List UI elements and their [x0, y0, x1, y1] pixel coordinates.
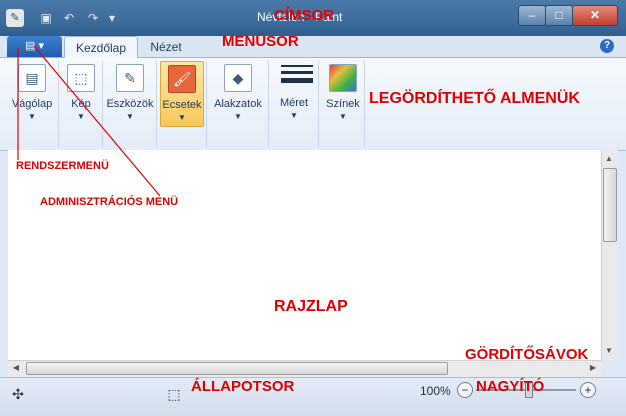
minimize-button[interactable]: –	[518, 5, 546, 26]
chevron-down-icon: ▼	[77, 112, 85, 121]
save-icon[interactable]: ▣	[38, 10, 54, 26]
drawing-canvas[interactable]	[10, 153, 599, 358]
scroll-right-icon[interactable]: ▶	[586, 361, 600, 375]
horizontal-scroll-thumb[interactable]	[26, 362, 448, 375]
chevron-down-icon: ▼	[28, 112, 36, 121]
shapes-icon: ◆	[224, 64, 252, 92]
annotation-title-bar: CÍMSOR	[274, 7, 334, 24]
annotation-admin-menu: ADMINISZTRÁCIÓS MENÜ	[40, 196, 179, 208]
chevron-down-icon: ▼	[234, 112, 242, 121]
vertical-scroll-thumb[interactable]	[603, 168, 617, 242]
paint-app-icon[interactable]: ✎	[6, 9, 24, 27]
clipboard-label: Vágólap	[11, 98, 53, 110]
chevron-down-icon: ▼	[290, 111, 298, 120]
clipboard-button[interactable]: ▤ Vágólap ▼	[8, 61, 56, 125]
tools-label: Eszközök	[106, 98, 154, 110]
app-menu-button[interactable]: ▤ ▾	[7, 36, 62, 57]
size-label: Méret	[279, 97, 309, 109]
colors-icon	[329, 64, 357, 92]
annotation-zoom: NAGYÍTÓ	[476, 378, 545, 395]
brushes-label: Ecsetek	[162, 99, 202, 111]
quick-access-dropdown-icon[interactable]: ▾	[104, 10, 120, 26]
annotation-canvas: RAJZLAP	[274, 298, 348, 315]
redo-icon[interactable]: ↷	[85, 10, 101, 26]
colors-label: Színek	[326, 98, 360, 110]
shapes-label: Alakzatok	[214, 98, 262, 110]
maximize-button[interactable]: □	[545, 5, 573, 26]
size-icon	[281, 65, 313, 91]
move-cursor-icon: ✣	[12, 386, 24, 402]
tab-home[interactable]: Kezdőlap	[64, 36, 138, 59]
zoom-in-button[interactable]: +	[580, 382, 596, 398]
chevron-down-icon: ▼	[126, 112, 134, 121]
tools-icon: ✎	[116, 64, 144, 92]
tools-button[interactable]: ✎ Eszközök ▼	[106, 61, 154, 125]
image-button[interactable]: ⬚ Kép ▼	[62, 61, 100, 125]
image-label: Kép	[71, 98, 91, 110]
image-icon: ⬚	[67, 64, 95, 92]
zoom-level: 100%	[420, 384, 451, 398]
annotation-system-menu: RENDSZERMENÜ	[16, 160, 109, 172]
brushes-icon: 🖌	[168, 65, 196, 93]
undo-icon[interactable]: ↶	[61, 10, 77, 26]
colors-button[interactable]: Színek ▼	[324, 61, 362, 125]
clipboard-icon: ▤	[18, 64, 46, 92]
chevron-down-icon: ▼	[339, 112, 347, 121]
scroll-up-icon[interactable]: ▲	[602, 152, 616, 166]
selection-size-icon: ⬚	[167, 386, 181, 402]
size-button[interactable]: Méret ▼	[272, 61, 316, 125]
tab-view[interactable]: Nézet	[140, 36, 192, 58]
close-icon[interactable]: ✕	[572, 5, 618, 26]
annotation-menu-bar: MENÜSOR	[222, 33, 299, 50]
annotation-status-bar: ÁLLAPOTSOR	[191, 378, 295, 395]
shapes-button[interactable]: ◆ Alakzatok ▼	[212, 61, 264, 125]
annotation-scrollbars: GÖRDÍTŐSÁVOK	[465, 346, 589, 363]
chevron-down-icon: ▼	[178, 113, 186, 122]
help-icon[interactable]: ?	[600, 39, 614, 53]
annotation-dropdown-menus: LEGÖRDÍTHETŐ ALMENÜK	[369, 90, 580, 107]
brushes-button[interactable]: 🖌 Ecsetek ▼	[160, 61, 204, 127]
zoom-out-button[interactable]: −	[457, 382, 473, 398]
scroll-left-icon[interactable]: ◀	[9, 361, 23, 375]
scroll-down-icon[interactable]: ▼	[602, 344, 616, 358]
